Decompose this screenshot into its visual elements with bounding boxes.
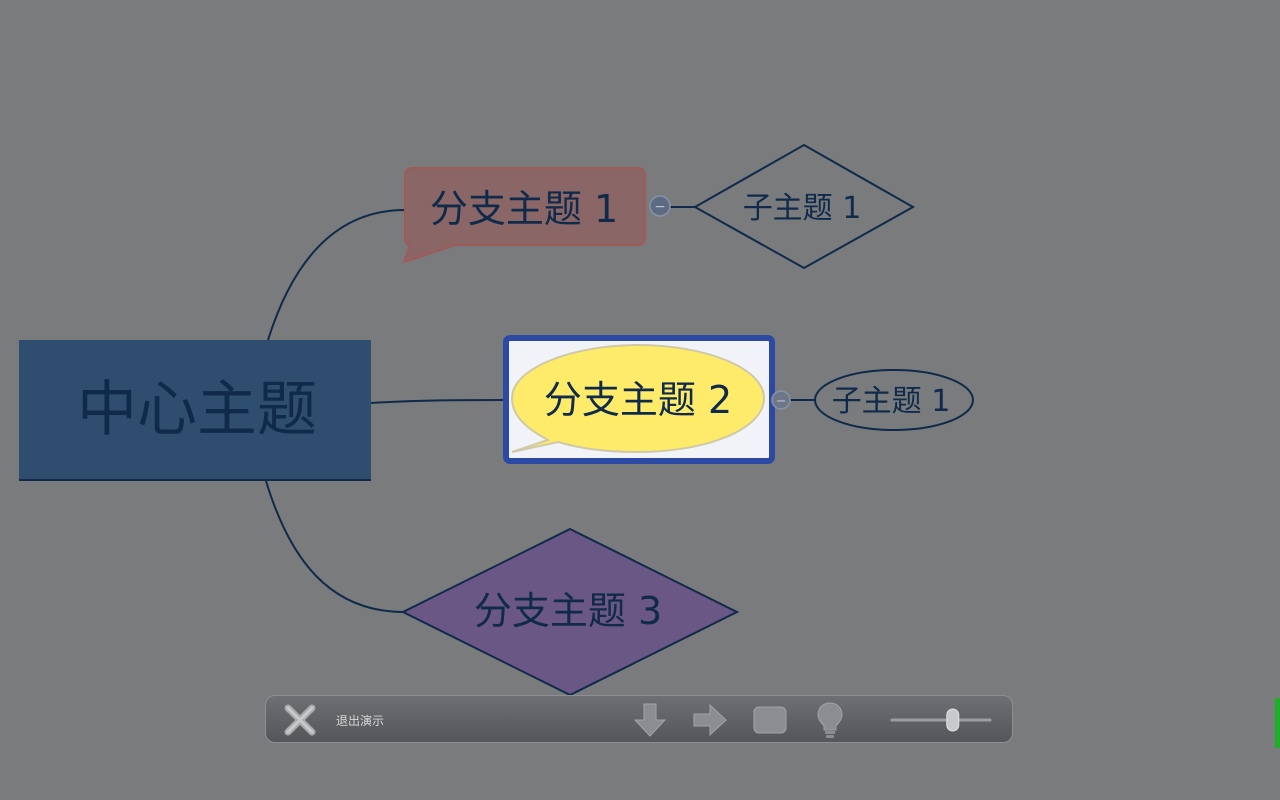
exit-presentation-button[interactable] xyxy=(280,696,320,744)
arrow-right-icon xyxy=(693,703,727,737)
branch-topic-3[interactable]: 分支主题 3 xyxy=(400,527,740,697)
collapse-toggle-glyph: − xyxy=(776,394,787,409)
lightbulb-icon xyxy=(817,702,843,738)
collapse-toggle-branch-1[interactable]: − xyxy=(649,195,671,217)
next-right-button[interactable] xyxy=(690,696,730,744)
subtopic-1-of-branch-2-label: 子主题 1 xyxy=(832,384,951,419)
collapse-toggle-glyph: − xyxy=(654,199,666,215)
collapse-toggle-branch-2[interactable]: − xyxy=(771,390,791,410)
presentation-canvas: 中心主题 分支主题 1 − 子主题 1 分支主题 2 − 子主题 1 分支主题 … xyxy=(0,0,1280,800)
central-topic-label: 中心主题 xyxy=(77,375,317,445)
side-handle xyxy=(1275,698,1280,748)
connector-central-branch1 xyxy=(267,209,406,341)
mindmap-canvas: 中心主题 分支主题 1 − 子主题 1 分支主题 2 − 子主题 1 分支主题 … xyxy=(19,143,974,697)
branch-topic-3-label: 分支主题 3 xyxy=(474,589,662,633)
connector-central-branch3 xyxy=(265,480,405,613)
exit-presentation-label[interactable]: 退出演示 xyxy=(336,712,384,729)
frame-button[interactable] xyxy=(750,696,790,744)
branch-topic-2[interactable]: 分支主题 2 xyxy=(503,335,775,464)
hint-button[interactable] xyxy=(810,696,850,744)
branch-topic-1[interactable]: 分支主题 1 xyxy=(402,167,646,264)
branch-topic-1-label: 分支主题 1 xyxy=(430,187,618,231)
branch-topic-2-label: 分支主题 2 xyxy=(544,378,732,422)
presentation-toolbar: 退出演示 xyxy=(265,695,1013,743)
next-down-button[interactable] xyxy=(630,696,670,744)
connector-central-branch2 xyxy=(370,399,511,404)
rectangle-icon xyxy=(753,706,787,734)
zoom-slider-thumb[interactable] xyxy=(946,708,960,732)
subtopic-1-of-branch-2[interactable]: 子主题 1 xyxy=(814,369,974,431)
central-topic[interactable]: 中心主题 xyxy=(19,340,371,481)
subtopic-1-of-branch-1[interactable]: 子主题 1 xyxy=(692,143,916,270)
zoom-slider[interactable] xyxy=(888,696,994,744)
close-x-icon xyxy=(284,704,316,736)
subtopic-1-of-branch-1-label: 子主题 1 xyxy=(743,191,862,226)
arrow-down-icon xyxy=(633,703,667,737)
